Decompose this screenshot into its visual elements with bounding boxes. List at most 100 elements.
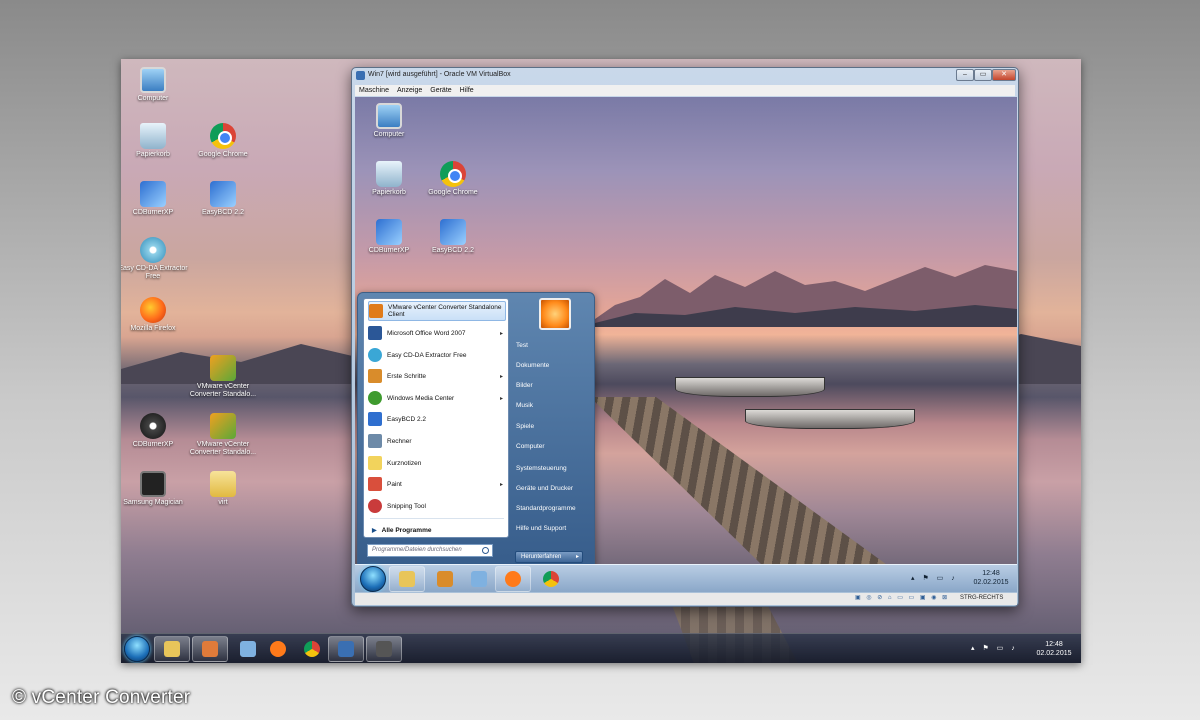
setup-icon — [210, 181, 236, 207]
submenu-arrow-icon: ▸ — [499, 373, 503, 380]
copyright-caption: © vCenter Converter — [12, 687, 191, 708]
getting-started-icon — [368, 369, 382, 383]
virtualbox-window[interactable]: Win7 [wird ausgeführt] - Oracle VM Virtu… — [351, 67, 1019, 607]
guest-taskbar-chrome[interactable] — [533, 566, 569, 592]
place-spiele[interactable]: Spiele — [516, 419, 592, 435]
close-button[interactable]: ✕ — [992, 69, 1016, 81]
place-geraete-drucker[interactable]: Geräte und Drucker — [516, 481, 592, 497]
guest-icon-computer[interactable]: Computer — [355, 103, 429, 139]
maximize-button[interactable]: ▭ — [974, 69, 992, 81]
host-icon-virt-folder[interactable]: virt — [183, 471, 263, 507]
recycle-bin-icon — [140, 123, 166, 149]
separator — [370, 518, 504, 519]
folder-icon — [399, 571, 415, 587]
snipping-icon — [240, 641, 256, 657]
search-icon[interactable] — [482, 547, 489, 554]
status-device-icons[interactable]: ▣ ◎ ⊘ ⌂ ▭ ▭ ▣ ◉ ⊠ — [855, 594, 949, 601]
play-icon: ▶ — [372, 527, 377, 534]
host-key-label: STRG-RECHTS — [960, 595, 1004, 601]
snipping-icon — [471, 571, 487, 587]
host-icon-chrome[interactable]: Google Chrome — [183, 123, 263, 159]
chrome-icon — [543, 571, 559, 587]
vm-status-bar: ▣ ◎ ⊘ ⌂ ▭ ▭ ▣ ◉ ⊠ STRG-RECHTS — [355, 593, 1017, 605]
host-start-button[interactable] — [124, 636, 150, 662]
samsung-icon — [140, 471, 166, 497]
place-dokumente[interactable]: Dokumente — [516, 358, 592, 374]
setup-icon — [140, 181, 166, 207]
cd-burn-icon — [140, 413, 166, 439]
host-icon-easybcd[interactable]: EasyBCD 2.2 — [183, 181, 263, 217]
firefox-icon — [505, 571, 521, 587]
program-vmware-converter[interactable]: VMware vCenter Converter Standalone Clie… — [368, 301, 506, 321]
place-systemsteuerung[interactable]: Systemsteuerung — [516, 461, 592, 477]
host-taskbar-virtualbox[interactable] — [328, 636, 364, 662]
host-icon-firefox[interactable]: Mozilla Firefox — [121, 297, 193, 333]
program-snipping-tool[interactable]: Snipping Tool — [368, 496, 506, 516]
menu-hilfe[interactable]: Hilfe — [460, 85, 474, 96]
submenu-arrow-icon: ▸ — [499, 481, 503, 488]
program-media-center[interactable]: Windows Media Center ▸ — [368, 388, 506, 408]
cd-icon — [140, 237, 166, 263]
host-taskbar-explorer[interactable] — [154, 636, 190, 662]
guest-taskbar-snipping[interactable] — [461, 566, 497, 592]
host-icon-vmware-converter[interactable]: VMware vCenter Converter Standalo... — [183, 355, 263, 399]
place-standardprogramme[interactable]: Standardprogramme — [516, 501, 592, 517]
place-hilfe-support[interactable]: Hilfe und Support — [516, 521, 592, 537]
guest-start-button[interactable] — [360, 566, 386, 592]
boat — [745, 409, 915, 429]
chevron-right-icon[interactable]: ▸ — [576, 552, 582, 563]
program-easybcd[interactable]: EasyBCD 2.2 — [368, 409, 506, 429]
submenu-arrow-icon: ▸ — [499, 330, 503, 337]
place-computer[interactable]: Computer — [516, 439, 592, 455]
virtualbox-icon — [356, 71, 365, 80]
guest-taskbar-paint[interactable] — [427, 566, 463, 592]
guest-tray-icons[interactable]: ▴ ⚑ ▭ ♪ — [911, 565, 971, 592]
user-avatar[interactable] — [539, 298, 571, 330]
place-musik[interactable]: Musik — [516, 398, 592, 414]
program-erste-schritte[interactable]: Erste Schritte ▸ — [368, 366, 506, 386]
guest-taskbar-explorer[interactable] — [389, 566, 425, 592]
place-test[interactable]: Test — [516, 338, 592, 354]
paint-icon — [368, 477, 382, 491]
host-clock[interactable]: 12:48 02.02.2015 — [1029, 634, 1079, 663]
all-programs[interactable]: ▶ Alle Programme — [368, 520, 506, 540]
start-menu-programs: VMware vCenter Converter Standalone Clie… — [363, 298, 509, 538]
menu-geraete[interactable]: Geräte — [430, 85, 451, 96]
program-easy-cd-da[interactable]: Easy CD-DA Extractor Free — [368, 345, 506, 365]
menu-maschine[interactable]: Maschine — [359, 85, 389, 96]
host-taskbar-magician[interactable] — [366, 636, 402, 662]
virtualbox-icon — [338, 641, 354, 657]
host-tray-icons[interactable]: ▴ ⚑ ▭ ♪ — [971, 634, 1031, 663]
start-search-input[interactable]: Programme/Dateien durchsuchen — [367, 544, 493, 557]
shutdown-button[interactable]: Herunterfahren ▸ — [515, 551, 583, 563]
guest-icon-chrome[interactable]: Google Chrome — [413, 161, 493, 197]
host-icon-vmware-converter-2[interactable]: VMware vCenter Converter Standalo... — [183, 413, 263, 457]
media-center-icon — [368, 391, 382, 405]
guest-icon-easybcd[interactable]: EasyBCD 2.2 — [413, 219, 493, 255]
paint-icon — [437, 571, 453, 587]
host-icon-easy-cd-da[interactable]: Easy CD-DA Extractor Free — [121, 237, 193, 281]
minimize-button[interactable]: – — [956, 69, 974, 81]
host-taskbar-chrome[interactable] — [294, 636, 330, 662]
firefox-icon — [270, 641, 286, 657]
guest-taskbar-firefox[interactable] — [495, 566, 531, 592]
folder-icon — [164, 641, 180, 657]
host-icon-computer[interactable]: Computer — [121, 67, 193, 103]
program-word-2007[interactable]: Microsoft Office Word 2007 ▸ — [368, 323, 506, 343]
cd-icon — [368, 348, 382, 362]
place-bilder[interactable]: Bilder — [516, 378, 592, 394]
program-paint[interactable]: Paint ▸ — [368, 474, 506, 494]
program-rechner[interactable]: Rechner — [368, 431, 506, 451]
program-kurznotizen[interactable]: Kurznotizen — [368, 453, 506, 473]
window-title: Win7 [wird ausgeführt] - Oracle VM Virtu… — [368, 71, 511, 78]
computer-icon — [140, 67, 166, 93]
guest-clock[interactable]: 12:48 02.02.2015 — [967, 565, 1015, 592]
paint-icon — [202, 641, 218, 657]
host-taskbar-firefox[interactable] — [260, 636, 296, 662]
start-menu-places: Test Dokumente Bilder Musik Spiele Compu… — [512, 298, 592, 563]
word-icon — [368, 326, 382, 340]
menu-anzeige[interactable]: Anzeige — [397, 85, 422, 96]
host-taskbar-paint[interactable] — [192, 636, 228, 662]
vmware-icon — [210, 355, 236, 381]
scissors-icon — [368, 499, 382, 513]
